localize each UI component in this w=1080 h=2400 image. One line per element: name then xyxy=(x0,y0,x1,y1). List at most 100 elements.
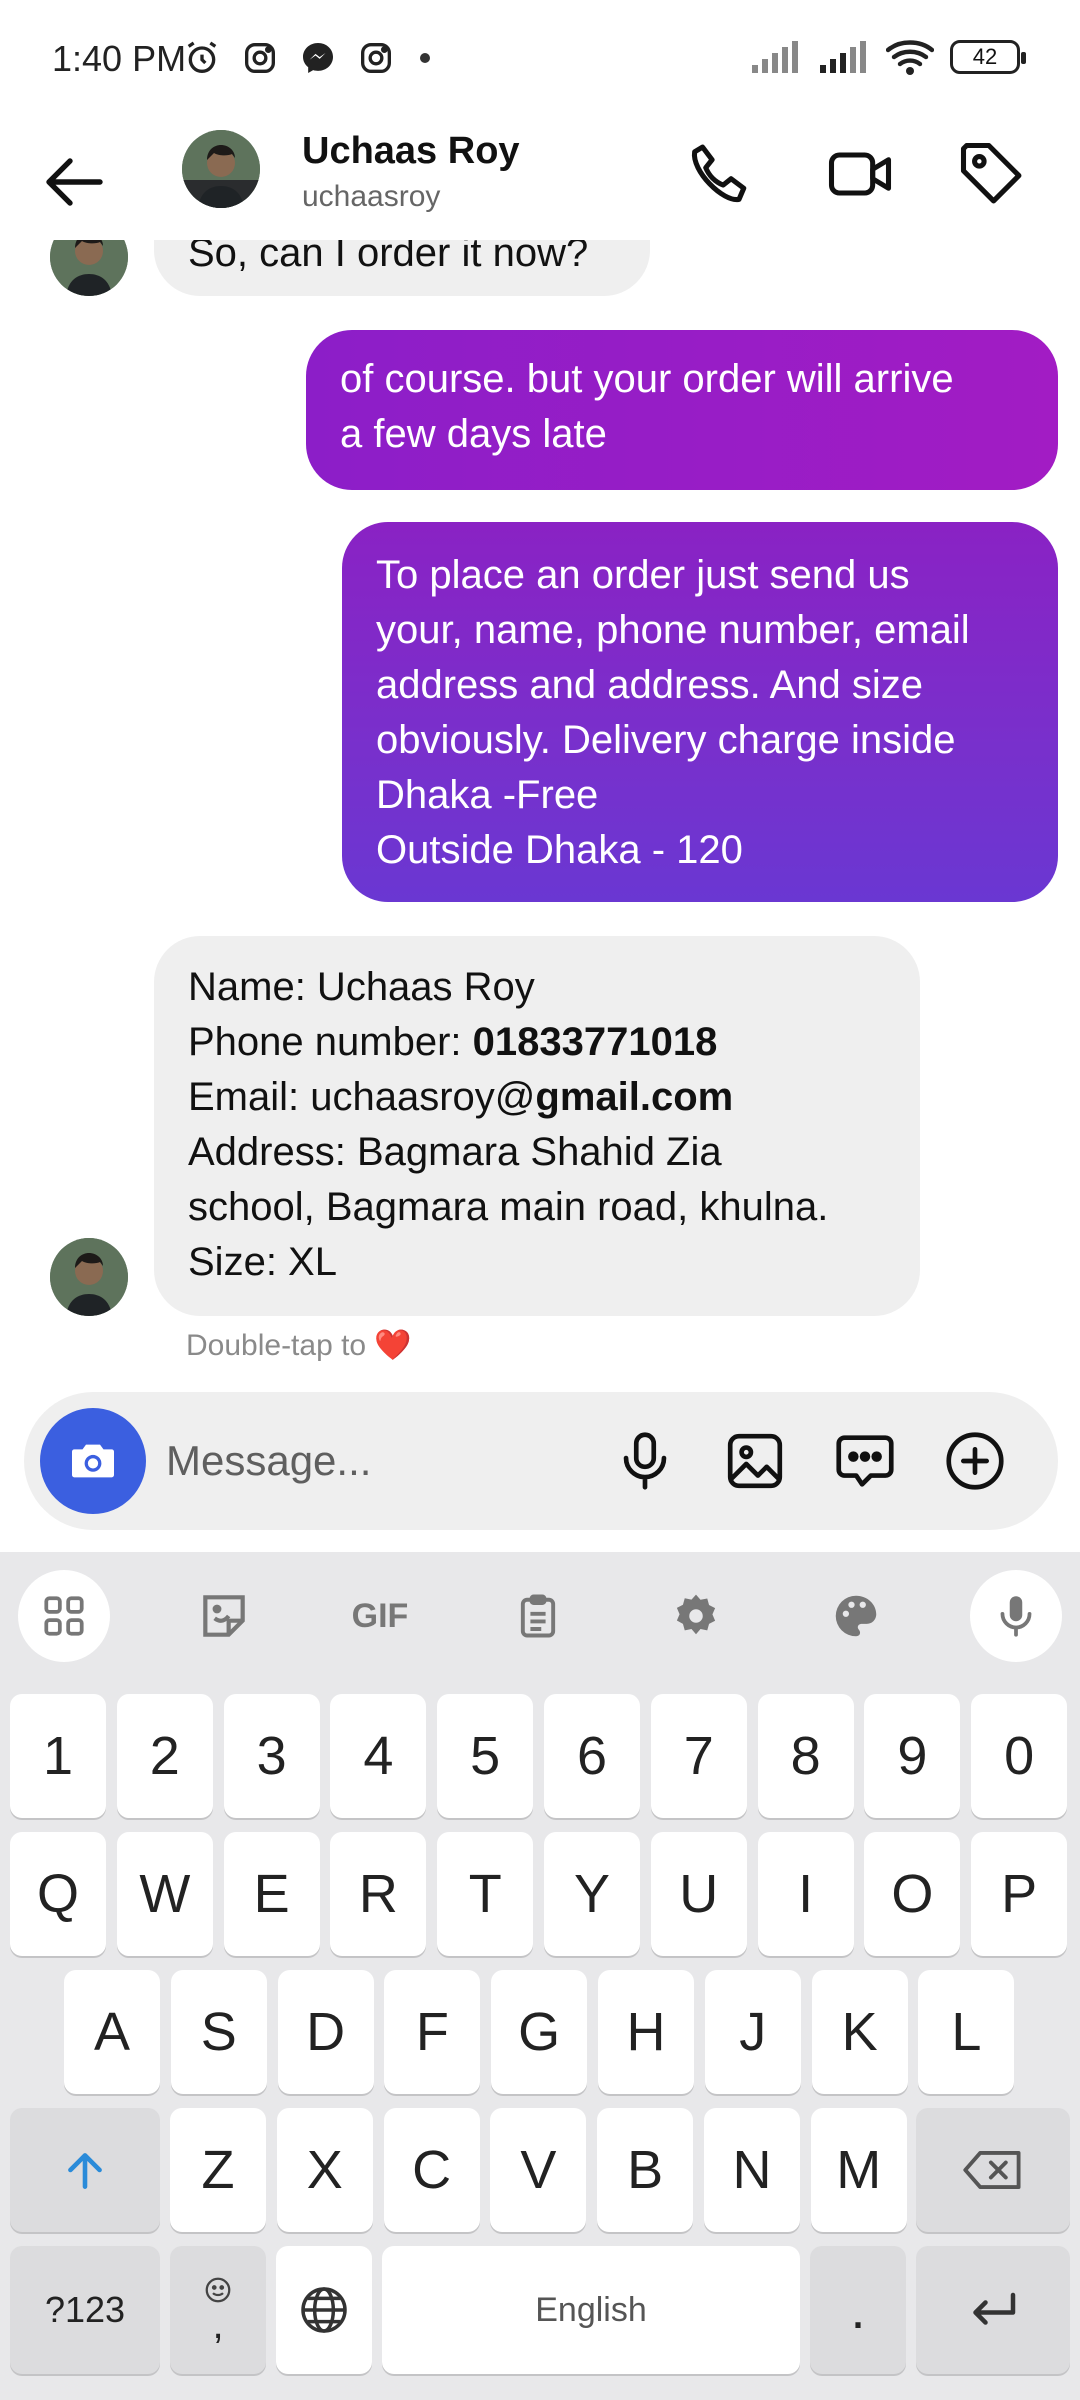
language-key[interactable] xyxy=(276,2246,372,2374)
key[interactable]: D xyxy=(277,1970,374,2094)
camera-button[interactable] xyxy=(40,1408,146,1514)
key[interactable]: T xyxy=(437,1832,534,1956)
key[interactable]: X xyxy=(276,2108,373,2232)
key-label: C xyxy=(412,2140,452,2200)
phone-number-link[interactable]: 01833771018 xyxy=(473,1020,718,1064)
key[interactable]: 7 xyxy=(650,1694,747,1818)
theme-button[interactable] xyxy=(810,1570,902,1662)
key[interactable]: 4 xyxy=(330,1694,427,1818)
key[interactable]: E xyxy=(223,1832,320,1956)
add-icon[interactable] xyxy=(940,1426,1010,1496)
message-bubble-incoming[interactable]: So, can I order it now? xyxy=(154,240,650,296)
key-label: 3 xyxy=(256,1726,287,1786)
key[interactable]: V xyxy=(490,2108,587,2232)
emoji-comma-key[interactable]: , xyxy=(170,2246,266,2374)
key-label: H xyxy=(626,2002,666,2062)
contact-username[interactable]: uchaasroy xyxy=(302,180,440,214)
settings-button[interactable] xyxy=(650,1570,742,1662)
key[interactable]: I xyxy=(757,1832,854,1956)
avatar[interactable] xyxy=(50,1238,128,1316)
sticker-button[interactable] xyxy=(178,1570,270,1662)
key-label: I xyxy=(798,1864,814,1924)
key[interactable]: 6 xyxy=(544,1694,640,1818)
avatar[interactable] xyxy=(182,130,260,208)
key-label: 1 xyxy=(42,1726,74,1786)
video-icon[interactable] xyxy=(822,136,898,212)
message-text: Address: Bagmara Shahid Zia xyxy=(188,1130,722,1174)
key[interactable]: 1 xyxy=(10,1694,106,1818)
period-key[interactable]: . xyxy=(810,2246,906,2374)
key[interactable]: C xyxy=(383,2108,480,2232)
key[interactable]: P xyxy=(971,1832,1068,1956)
key[interactable]: 8 xyxy=(757,1694,854,1818)
gif-label: GIF xyxy=(351,1596,409,1635)
clipboard-button[interactable] xyxy=(492,1570,584,1662)
apps-grid-button[interactable] xyxy=(18,1570,110,1662)
message-input[interactable] xyxy=(166,1428,596,1494)
key[interactable]: J xyxy=(704,1970,801,2094)
shift-key[interactable] xyxy=(10,2108,160,2232)
key[interactable]: W xyxy=(116,1832,213,1956)
key-label: 2 xyxy=(149,1726,180,1786)
key[interactable]: 2 xyxy=(116,1694,213,1818)
key[interactable]: Z xyxy=(170,2108,266,2232)
message-bubble-outgoing[interactable]: of course. but your order will arrive a … xyxy=(306,330,1058,490)
key-label: U xyxy=(679,1864,719,1924)
space-key[interactable]: English xyxy=(382,2246,800,2374)
instagram-icon xyxy=(245,43,275,73)
key[interactable]: O xyxy=(864,1832,961,1956)
key-label: 4 xyxy=(363,1726,394,1786)
alarm-icon xyxy=(187,41,217,73)
message-bubble-outgoing[interactable]: To place an order just send us your, nam… xyxy=(342,522,1058,902)
key-label: K xyxy=(841,2002,878,2062)
key[interactable]: Q xyxy=(10,1832,106,1956)
back-arrow-icon[interactable] xyxy=(40,146,112,218)
microphone-icon[interactable] xyxy=(610,1426,680,1496)
key[interactable]: N xyxy=(704,2108,800,2232)
key[interactable]: K xyxy=(811,1970,908,2094)
symbols-key[interactable]: ?123 xyxy=(10,2246,160,2374)
key-label: 0 xyxy=(1004,1726,1035,1786)
key[interactable]: M xyxy=(810,2108,907,2232)
key[interactable]: G xyxy=(491,1970,588,2094)
voice-input-button[interactable] xyxy=(970,1570,1062,1662)
key[interactable]: Y xyxy=(544,1832,640,1956)
battery-indicator: 42 xyxy=(950,40,1026,74)
key[interactable]: R xyxy=(330,1832,427,1956)
hint-text: Double-tap to xyxy=(186,1328,367,1362)
key[interactable]: A xyxy=(64,1970,160,2094)
key[interactable]: S xyxy=(170,1970,267,2094)
message-list[interactable]: So, can I order it now? of course. but y… xyxy=(0,240,1080,1390)
key[interactable]: H xyxy=(598,1970,694,2094)
contact-name[interactable]: Uchaas Roy xyxy=(302,130,520,173)
status-time: 1:40 PM xyxy=(52,38,187,79)
avatar-photo xyxy=(50,1238,128,1316)
message-text: To place an order just send us xyxy=(376,553,910,597)
key-label: 5 xyxy=(470,1726,501,1786)
key[interactable]: F xyxy=(384,1970,481,2094)
key-label: 8 xyxy=(790,1726,821,1786)
key[interactable]: L xyxy=(918,1970,1015,2094)
gallery-icon[interactable] xyxy=(720,1426,790,1496)
message-text: your, name, phone number, email xyxy=(376,608,970,652)
tag-icon[interactable] xyxy=(954,136,1030,212)
sticker-chat-icon[interactable] xyxy=(830,1426,900,1496)
enter-icon xyxy=(973,2292,1016,2325)
avatar[interactable] xyxy=(50,240,128,296)
key[interactable]: 5 xyxy=(437,1694,534,1818)
heart-icon: ❤️ xyxy=(374,1328,412,1363)
backspace-key[interactable] xyxy=(916,2108,1070,2232)
key[interactable]: 9 xyxy=(864,1694,961,1818)
key[interactable]: 0 xyxy=(971,1694,1068,1818)
key[interactable]: U xyxy=(650,1832,747,1956)
message-bubble-incoming[interactable]: Name: Uchaas Roy Phone number: 018337710… xyxy=(154,936,920,1316)
enter-key[interactable] xyxy=(916,2246,1070,2374)
key[interactable]: B xyxy=(597,2108,694,2232)
key-label: V xyxy=(520,2140,557,2200)
key-label: . xyxy=(850,2280,866,2340)
key[interactable]: 3 xyxy=(223,1694,320,1818)
email-link[interactable]: gmail.com xyxy=(535,1075,733,1119)
key-label: 7 xyxy=(683,1726,714,1786)
phone-icon[interactable] xyxy=(682,136,758,212)
gif-button[interactable]: GIF xyxy=(334,1570,426,1662)
